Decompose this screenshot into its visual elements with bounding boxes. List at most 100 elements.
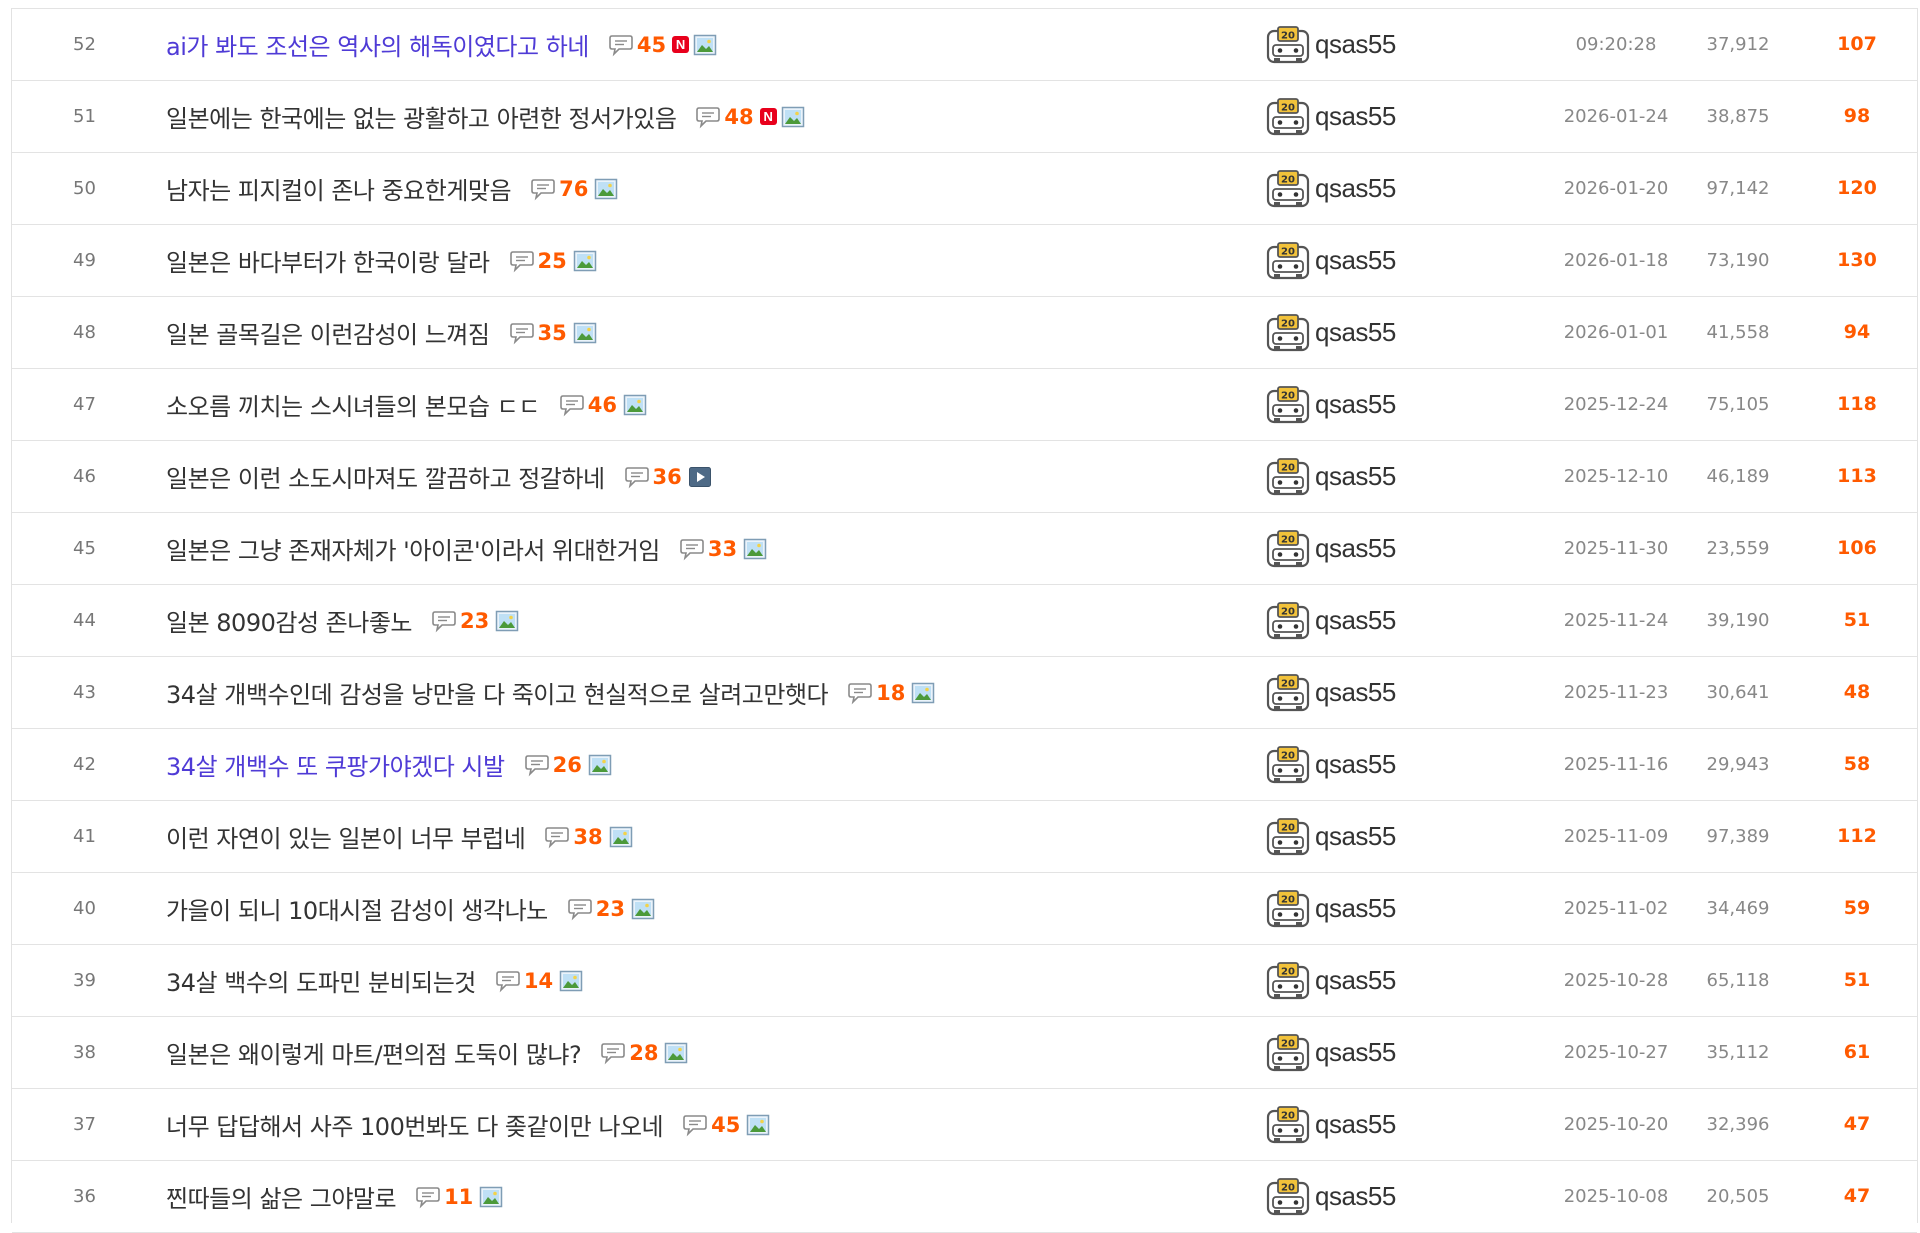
- reply-count[interactable]: 48: [724, 105, 753, 129]
- view-count: 97,389: [1706, 826, 1770, 847]
- writer[interactable]: 20 qsas55: [1265, 153, 1396, 224]
- post-date: 2026-01-18: [1563, 250, 1669, 271]
- image-icon: [631, 898, 655, 919]
- post-title-link[interactable]: 남자는 피지컬이 존나 중요한게맞음: [166, 171, 512, 206]
- view-count: 46,189: [1706, 466, 1770, 487]
- post-title-link[interactable]: 너무 답답해서 사주 100번봐도 다 좆같이만 나오네: [166, 1107, 664, 1142]
- post-date: 2025-11-24: [1563, 610, 1669, 631]
- writer-name[interactable]: qsas55: [1315, 821, 1396, 852]
- post-title-link[interactable]: 이런 자연이 있는 일본이 너무 부럽네: [166, 819, 526, 854]
- writer-name[interactable]: qsas55: [1315, 965, 1396, 996]
- view-count: 34,469: [1706, 898, 1770, 919]
- post-title-cell: 34살 백수의 도파민 분비되는것 14: [166, 945, 583, 1016]
- writer-name[interactable]: qsas55: [1315, 1037, 1396, 1068]
- post-title-link[interactable]: 34살 개백수인데 감성을 낭만을 다 죽이고 현실적으로 살려고만햇다: [166, 675, 829, 710]
- reply-count[interactable]: 23: [596, 897, 625, 921]
- post-title-link[interactable]: 34살 백수의 도파민 분비되는것: [166, 963, 476, 998]
- writer[interactable]: 20 qsas55: [1265, 513, 1396, 584]
- post-title-link[interactable]: 일본은 왜이렇게 마트/편의점 도둑이 많냐?: [166, 1035, 582, 1070]
- writer[interactable]: 20 qsas55: [1265, 1161, 1396, 1232]
- post-title-link[interactable]: 일본 8090감성 존나좋노: [166, 603, 412, 638]
- recommend-count: 112: [1837, 825, 1877, 847]
- post-title-cell: 34살 개백수 또 쿠팡가야겠다 시발 26: [166, 729, 612, 800]
- writer-name[interactable]: qsas55: [1315, 461, 1396, 492]
- post-row: 38 일본은 왜이렇게 마트/편의점 도둑이 많냐? 28 20 qsas55 …: [12, 1017, 1917, 1089]
- post-number: 49: [73, 250, 96, 271]
- post-title-link[interactable]: ai가 봐도 조선은 역사의 해독이였다고 하네: [166, 27, 589, 62]
- reply-count[interactable]: 36: [653, 465, 682, 489]
- writer[interactable]: 20 qsas55: [1265, 657, 1396, 728]
- post-title-link[interactable]: 가을이 되니 10대시절 감성이 생각나노: [166, 891, 548, 926]
- view-count: 75,105: [1706, 394, 1770, 415]
- writer-name[interactable]: qsas55: [1315, 173, 1396, 204]
- writer[interactable]: 20 qsas55: [1265, 801, 1396, 872]
- reply-count[interactable]: 45: [637, 33, 666, 57]
- post-row: 43 34살 개백수인데 감성을 낭만을 다 죽이고 현실적으로 살려고만햇다 …: [12, 657, 1917, 729]
- post-row: 45 일본은 그냥 존재자체가 '아이콘'이라서 위대한거임 33 20 qsa…: [12, 513, 1917, 585]
- recommend-count: 47: [1843, 1113, 1871, 1135]
- writer[interactable]: 20 qsas55: [1265, 9, 1396, 80]
- writer-name[interactable]: qsas55: [1315, 245, 1396, 276]
- writer-name[interactable]: qsas55: [1315, 677, 1396, 708]
- post-title-link[interactable]: 일본은 이런 소도시마져도 깔끔하고 정갈하네: [166, 459, 605, 494]
- post-title-cell: 남자는 피지컬이 존나 중요한게맞음 76: [166, 153, 618, 224]
- writer[interactable]: 20 qsas55: [1265, 369, 1396, 440]
- writer[interactable]: 20 qsas55: [1265, 297, 1396, 368]
- image-icon: [623, 394, 647, 415]
- writer[interactable]: 20 qsas55: [1265, 1089, 1396, 1160]
- post-title-link[interactable]: 찐따들의 삶은 그야말로: [166, 1179, 397, 1214]
- post-title-link[interactable]: 일본은 바다부터가 한국이랑 달라: [166, 243, 490, 278]
- writer-name[interactable]: qsas55: [1315, 1181, 1396, 1212]
- writer-name[interactable]: qsas55: [1315, 389, 1396, 420]
- writer[interactable]: 20 qsas55: [1265, 1017, 1396, 1088]
- view-count: 39,190: [1706, 610, 1770, 631]
- post-row: 51 일본에는 한국에는 없는 광활하고 아련한 정서가있음 48 N 20 q…: [12, 81, 1917, 153]
- writer-name[interactable]: qsas55: [1315, 101, 1396, 132]
- writer-name[interactable]: qsas55: [1315, 29, 1396, 60]
- speech-bubble-icon: [601, 1042, 626, 1064]
- level-20-icon: 20: [1266, 241, 1310, 279]
- writer-name[interactable]: qsas55: [1315, 1109, 1396, 1140]
- reply-count[interactable]: 46: [588, 393, 617, 417]
- writer-name[interactable]: qsas55: [1315, 317, 1396, 348]
- writer[interactable]: 20 qsas55: [1265, 81, 1396, 152]
- reply-count[interactable]: 33: [708, 537, 737, 561]
- reply-count[interactable]: 14: [524, 969, 553, 993]
- post-number: 44: [73, 610, 96, 631]
- writer[interactable]: 20 qsas55: [1265, 585, 1396, 656]
- image-icon: [595, 178, 618, 199]
- post-date: 2025-10-08: [1563, 1186, 1669, 1207]
- writer-name[interactable]: qsas55: [1315, 749, 1396, 780]
- recommend-count: 48: [1843, 681, 1871, 703]
- reply-count[interactable]: 76: [559, 177, 588, 201]
- post-title-link[interactable]: 일본은 그냥 존재자체가 '아이콘'이라서 위대한거임: [166, 531, 660, 566]
- writer[interactable]: 20 qsas55: [1265, 225, 1396, 296]
- post-title-link[interactable]: 소오름 끼치는 스시녀들의 본모습 ㄷㄷ: [166, 387, 540, 422]
- post-title-link[interactable]: 일본에는 한국에는 없는 광활하고 아련한 정서가있음: [166, 99, 677, 134]
- post-date: 2025-11-23: [1563, 682, 1669, 703]
- post-title-cell: 일본에는 한국에는 없는 광활하고 아련한 정서가있음 48 N: [166, 81, 805, 152]
- post-row: 52 ai가 봐도 조선은 역사의 해독이였다고 하네 45 N 20 qsas…: [12, 8, 1917, 81]
- writer[interactable]: 20 qsas55: [1265, 729, 1396, 800]
- writer-name[interactable]: qsas55: [1315, 533, 1396, 564]
- post-list: 52 ai가 봐도 조선은 역사의 해독이였다고 하네 45 N 20 qsas…: [11, 8, 1918, 1233]
- reply-count[interactable]: 28: [629, 1041, 658, 1065]
- reply-count[interactable]: 38: [573, 825, 602, 849]
- reply-count[interactable]: 35: [538, 321, 567, 345]
- reply-count[interactable]: 11: [444, 1185, 473, 1209]
- reply-count[interactable]: 26: [553, 753, 582, 777]
- reply-count[interactable]: 18: [876, 681, 905, 705]
- reply-count[interactable]: 45: [711, 1113, 740, 1137]
- post-title-link[interactable]: 일본 골목길은 이런감성이 느껴짐: [166, 315, 490, 350]
- writer[interactable]: 20 qsas55: [1265, 945, 1396, 1016]
- reply-count[interactable]: 23: [460, 609, 489, 633]
- writer[interactable]: 20 qsas55: [1265, 873, 1396, 944]
- post-title-link[interactable]: 34살 개백수 또 쿠팡가야겠다 시발: [166, 747, 505, 782]
- image-icon: [495, 610, 519, 631]
- post-title-cell: 일본은 왜이렇게 마트/편의점 도둑이 많냐? 28: [166, 1017, 688, 1088]
- reply-count[interactable]: 25: [538, 249, 567, 273]
- writer[interactable]: 20 qsas55: [1265, 441, 1396, 512]
- writer-name[interactable]: qsas55: [1315, 605, 1396, 636]
- writer-name[interactable]: qsas55: [1315, 893, 1396, 924]
- post-title-cell: 이런 자연이 있는 일본이 너무 부럽네 38: [166, 801, 633, 872]
